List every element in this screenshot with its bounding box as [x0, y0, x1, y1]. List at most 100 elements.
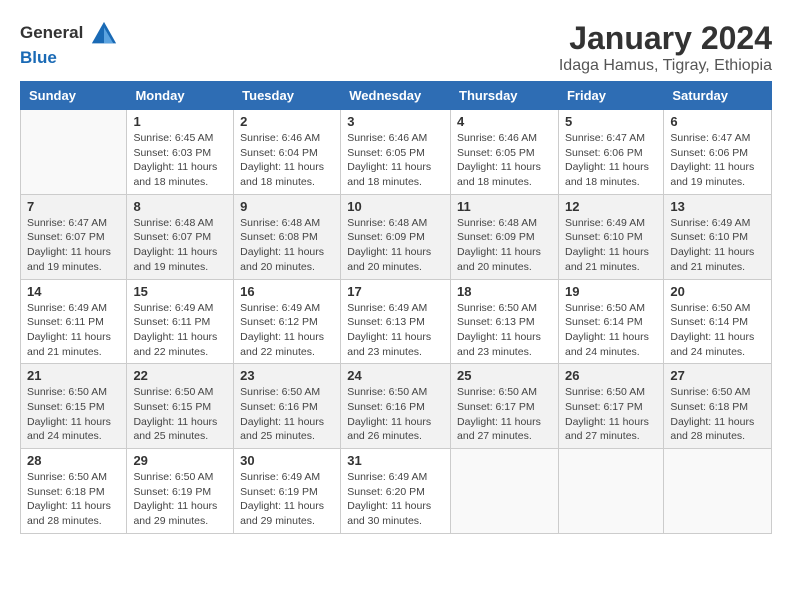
day-number: 31	[347, 453, 444, 468]
day-info: Sunrise: 6:48 AM Sunset: 6:07 PM Dayligh…	[133, 216, 227, 275]
day-info: Sunrise: 6:49 AM Sunset: 6:13 PM Dayligh…	[347, 301, 444, 360]
week-row-2: 7 Sunrise: 6:47 AM Sunset: 6:07 PM Daylig…	[21, 194, 772, 279]
day-number: 25	[457, 368, 552, 383]
calendar-cell: 31Sunrise: 6:49 AM Sunset: 6:20 PM Dayli…	[341, 449, 451, 534]
day-number: 10	[347, 199, 444, 214]
day-info: Sunrise: 6:50 AM Sunset: 6:15 PM Dayligh…	[133, 385, 227, 444]
week-row-5: 28 Sunrise: 6:50 AM Sunset: 6:18 PM Dayli…	[21, 449, 772, 534]
day-info: Sunrise: 6:48 AM Sunset: 6:09 PM Dayligh…	[347, 216, 444, 275]
calendar-cell: 24 Sunrise: 6:50 AM Sunset: 6:16 PM Dayli…	[341, 364, 451, 449]
day-info: Sunrise: 6:49 AM Sunset: 6:10 PM Dayligh…	[670, 216, 765, 275]
calendar-cell: 1Sunrise: 6:45 AM Sunset: 6:03 PM Daylig…	[127, 110, 234, 195]
header-day-sunday: Sunday	[21, 82, 127, 110]
calendar-cell: 23 Sunrise: 6:50 AM Sunset: 6:16 PM Dayli…	[234, 364, 341, 449]
main-title: January 2024	[559, 20, 772, 57]
calendar-cell: 28 Sunrise: 6:50 AM Sunset: 6:18 PM Dayli…	[21, 449, 127, 534]
calendar-cell: 12Sunrise: 6:49 AM Sunset: 6:10 PM Dayli…	[558, 194, 663, 279]
day-number: 5	[565, 114, 657, 129]
day-number: 14	[27, 284, 120, 299]
logo-general: General	[20, 23, 83, 42]
day-number: 22	[133, 368, 227, 383]
day-number: 4	[457, 114, 552, 129]
calendar-cell: 2 Sunrise: 6:46 AM Sunset: 6:04 PM Daylig…	[234, 110, 341, 195]
day-number: 18	[457, 284, 552, 299]
calendar-cell: 17 Sunrise: 6:49 AM Sunset: 6:13 PM Dayli…	[341, 279, 451, 364]
week-row-4: 21Sunrise: 6:50 AM Sunset: 6:15 PM Dayli…	[21, 364, 772, 449]
calendar-cell: 29Sunrise: 6:50 AM Sunset: 6:19 PM Dayli…	[127, 449, 234, 534]
calendar-cell: 10 Sunrise: 6:48 AM Sunset: 6:09 PM Dayli…	[341, 194, 451, 279]
calendar-cell: 25 Sunrise: 6:50 AM Sunset: 6:17 PM Dayli…	[451, 364, 559, 449]
week-row-1: 1Sunrise: 6:45 AM Sunset: 6:03 PM Daylig…	[21, 110, 772, 195]
header-day-thursday: Thursday	[451, 82, 559, 110]
calendar-cell: 15 Sunrise: 6:49 AM Sunset: 6:11 PM Dayli…	[127, 279, 234, 364]
day-info: Sunrise: 6:49 AM Sunset: 6:11 PM Dayligh…	[27, 301, 120, 360]
calendar-cell: 8 Sunrise: 6:48 AM Sunset: 6:07 PM Daylig…	[127, 194, 234, 279]
day-number: 27	[670, 368, 765, 383]
logo-text: General Blue	[20, 20, 120, 68]
logo-blue: Blue	[20, 48, 57, 67]
day-info: Sunrise: 6:50 AM Sunset: 6:17 PM Dayligh…	[565, 385, 657, 444]
header-row: SundayMondayTuesdayWednesdayThursdayFrid…	[21, 82, 772, 110]
day-number: 20	[670, 284, 765, 299]
day-info: Sunrise: 6:50 AM Sunset: 6:18 PM Dayligh…	[27, 470, 120, 529]
calendar-cell: 3 Sunrise: 6:46 AM Sunset: 6:05 PM Daylig…	[341, 110, 451, 195]
day-info: Sunrise: 6:48 AM Sunset: 6:08 PM Dayligh…	[240, 216, 334, 275]
header-day-friday: Friday	[558, 82, 663, 110]
day-info: Sunrise: 6:50 AM Sunset: 6:14 PM Dayligh…	[670, 301, 765, 360]
calendar-cell: 14 Sunrise: 6:49 AM Sunset: 6:11 PM Dayli…	[21, 279, 127, 364]
logo: General Blue	[20, 20, 120, 68]
day-info: Sunrise: 6:49 AM Sunset: 6:19 PM Dayligh…	[240, 470, 334, 529]
day-number: 9	[240, 199, 334, 214]
calendar-cell: 19 Sunrise: 6:50 AM Sunset: 6:14 PM Dayli…	[558, 279, 663, 364]
day-number: 30	[240, 453, 334, 468]
day-number: 11	[457, 199, 552, 214]
day-info: Sunrise: 6:50 AM Sunset: 6:16 PM Dayligh…	[240, 385, 334, 444]
day-info: Sunrise: 6:49 AM Sunset: 6:12 PM Dayligh…	[240, 301, 334, 360]
day-info: Sunrise: 6:50 AM Sunset: 6:18 PM Dayligh…	[670, 385, 765, 444]
day-number: 1	[133, 114, 227, 129]
header-day-wednesday: Wednesday	[341, 82, 451, 110]
header-day-tuesday: Tuesday	[234, 82, 341, 110]
day-info: Sunrise: 6:50 AM Sunset: 6:16 PM Dayligh…	[347, 385, 444, 444]
logo-icon	[90, 20, 118, 48]
calendar-table: SundayMondayTuesdayWednesdayThursdayFrid…	[20, 81, 772, 534]
day-number: 17	[347, 284, 444, 299]
day-info: Sunrise: 6:50 AM Sunset: 6:17 PM Dayligh…	[457, 385, 552, 444]
day-number: 2	[240, 114, 334, 129]
calendar-cell: 7 Sunrise: 6:47 AM Sunset: 6:07 PM Daylig…	[21, 194, 127, 279]
day-number: 19	[565, 284, 657, 299]
day-number: 15	[133, 284, 227, 299]
subtitle: Idaga Hamus, Tigray, Ethiopia	[559, 57, 772, 75]
day-info: Sunrise: 6:46 AM Sunset: 6:05 PM Dayligh…	[347, 131, 444, 190]
day-info: Sunrise: 6:50 AM Sunset: 6:19 PM Dayligh…	[133, 470, 227, 529]
calendar-cell: 30 Sunrise: 6:49 AM Sunset: 6:19 PM Dayli…	[234, 449, 341, 534]
calendar-cell	[451, 449, 559, 534]
day-number: 7	[27, 199, 120, 214]
day-number: 24	[347, 368, 444, 383]
day-info: Sunrise: 6:46 AM Sunset: 6:05 PM Dayligh…	[457, 131, 552, 190]
day-number: 3	[347, 114, 444, 129]
day-info: Sunrise: 6:46 AM Sunset: 6:04 PM Dayligh…	[240, 131, 334, 190]
day-number: 16	[240, 284, 334, 299]
day-number: 12	[565, 199, 657, 214]
day-number: 28	[27, 453, 120, 468]
calendar-cell: 20 Sunrise: 6:50 AM Sunset: 6:14 PM Dayli…	[664, 279, 772, 364]
day-info: Sunrise: 6:47 AM Sunset: 6:07 PM Dayligh…	[27, 216, 120, 275]
calendar-cell: 18Sunrise: 6:50 AM Sunset: 6:13 PM Dayli…	[451, 279, 559, 364]
calendar-cell	[664, 449, 772, 534]
day-number: 8	[133, 199, 227, 214]
day-info: Sunrise: 6:50 AM Sunset: 6:14 PM Dayligh…	[565, 301, 657, 360]
week-row-3: 14 Sunrise: 6:49 AM Sunset: 6:11 PM Dayli…	[21, 279, 772, 364]
header-day-saturday: Saturday	[664, 82, 772, 110]
day-number: 26	[565, 368, 657, 383]
title-section: January 2024 Idaga Hamus, Tigray, Ethiop…	[559, 20, 772, 75]
day-number: 13	[670, 199, 765, 214]
calendar-cell	[21, 110, 127, 195]
header-day-monday: Monday	[127, 82, 234, 110]
day-info: Sunrise: 6:47 AM Sunset: 6:06 PM Dayligh…	[670, 131, 765, 190]
page-header: General Blue January 2024 Idaga Hamus, T…	[20, 20, 772, 75]
day-info: Sunrise: 6:49 AM Sunset: 6:11 PM Dayligh…	[133, 301, 227, 360]
calendar-cell: 16 Sunrise: 6:49 AM Sunset: 6:12 PM Dayli…	[234, 279, 341, 364]
day-number: 23	[240, 368, 334, 383]
calendar-cell: 11Sunrise: 6:48 AM Sunset: 6:09 PM Dayli…	[451, 194, 559, 279]
